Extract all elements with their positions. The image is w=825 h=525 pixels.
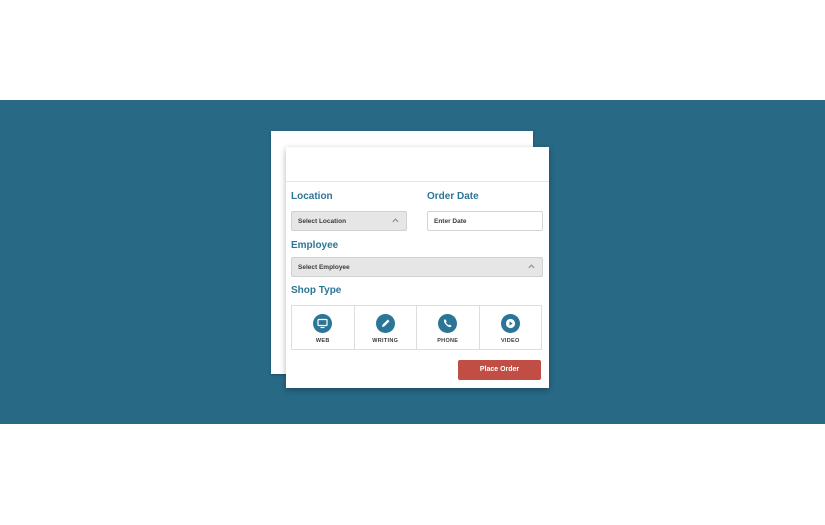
shop-type-video[interactable]: VIDEO (480, 306, 542, 349)
location-select-value: Select Location (298, 218, 347, 225)
order-date-placeholder: Enter Date (434, 218, 467, 225)
shop-type-label: Shop Type (291, 285, 342, 296)
chevron-up-icon (392, 218, 399, 223)
play-icon (500, 314, 520, 333)
place-order-button[interactable]: Place Order (458, 360, 541, 380)
shop-type-phone-label: PHONE (437, 338, 459, 344)
order-date-label: Order Date (427, 191, 479, 202)
employee-label: Employee (291, 240, 339, 251)
order-date-input[interactable]: Enter Date (427, 211, 543, 231)
location-label: Location (291, 191, 333, 202)
employee-select-value: Select Employee (298, 264, 350, 271)
shop-type-writing-label: WRITING (372, 338, 399, 344)
order-form-card: Location Select Location Order Date Ente… (286, 147, 549, 388)
shop-type-web[interactable]: WEB (292, 306, 355, 349)
shop-type-video-label: VIDEO (500, 338, 520, 344)
shop-type-web-label: WEB (315, 338, 330, 344)
monitor-icon (313, 314, 333, 333)
card-header (286, 147, 549, 182)
employee-select[interactable]: Select Employee (291, 257, 543, 277)
pencil-icon (375, 314, 395, 333)
phone-icon (438, 314, 458, 333)
chevron-up-icon (528, 264, 535, 269)
shop-type-writing[interactable]: WRITING (355, 306, 417, 349)
location-select[interactable]: Select Location (291, 211, 407, 231)
shop-type-phone[interactable]: PHONE (417, 306, 480, 349)
shop-type-group: WEB WRITING PHONE VIDEO (291, 305, 542, 350)
